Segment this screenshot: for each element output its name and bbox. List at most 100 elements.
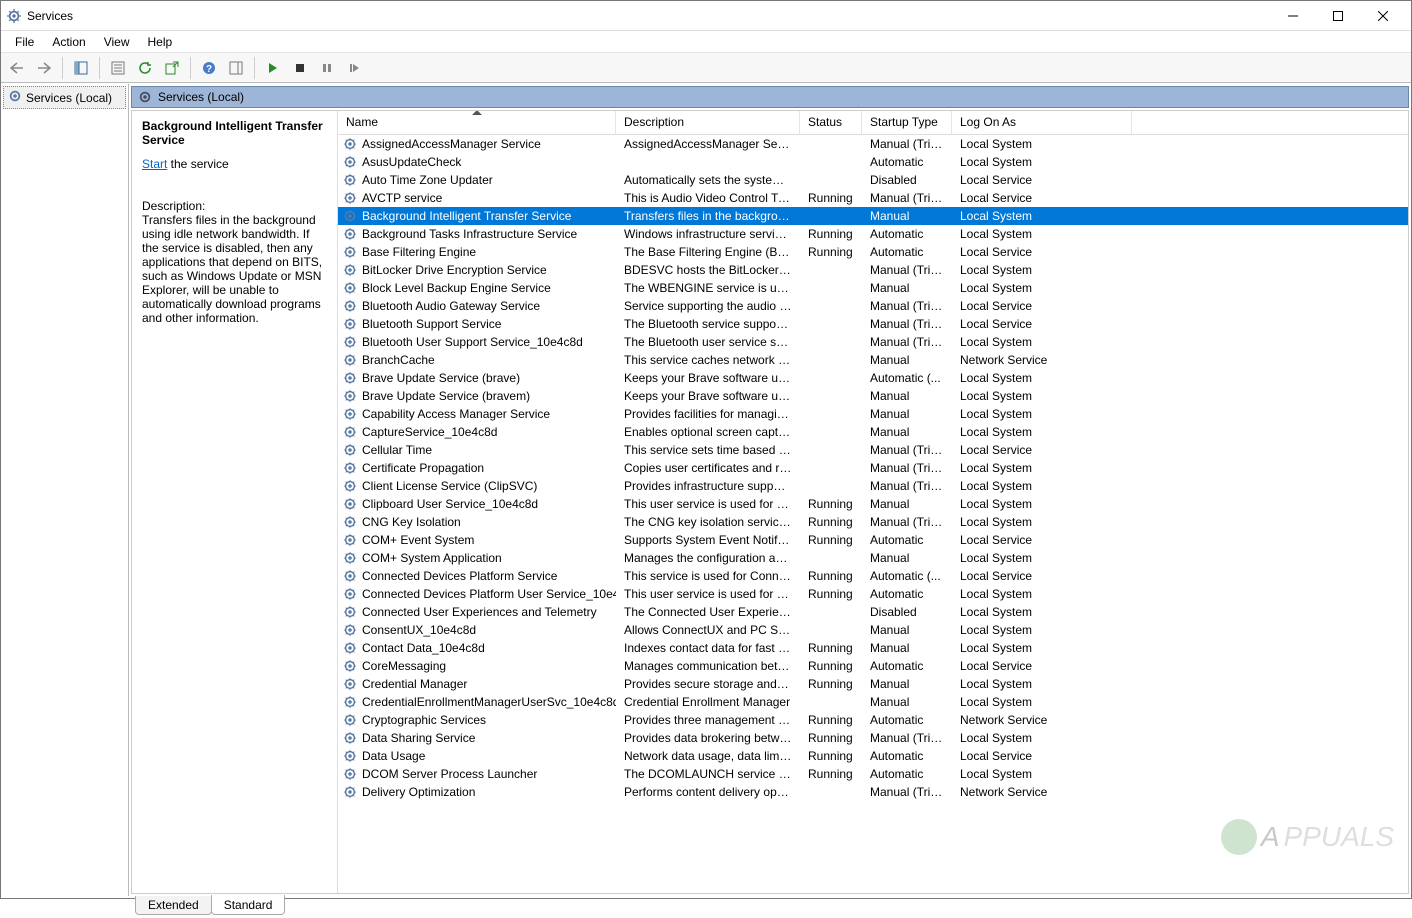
service-row[interactable]: Client License Service (ClipSVC)Provides… — [338, 477, 1408, 495]
show-hide-tree-button[interactable] — [69, 56, 93, 80]
col-header-logon[interactable]: Log On As — [952, 111, 1132, 134]
service-row[interactable]: AVCTP serviceThis is Audio Video Control… — [338, 189, 1408, 207]
restart-service-button[interactable] — [342, 56, 366, 80]
service-startup: Manual — [862, 280, 952, 296]
tree-services-local[interactable]: Services (Local) — [3, 86, 126, 109]
service-row[interactable]: Bluetooth Audio Gateway ServiceService s… — [338, 297, 1408, 315]
menu-help[interactable]: Help — [140, 33, 181, 51]
menu-action[interactable]: Action — [44, 33, 93, 51]
service-startup: Manual — [862, 550, 952, 566]
col-header-name[interactable]: Name — [338, 111, 616, 134]
service-description: This user service is used for Con... — [616, 586, 800, 602]
action-pane-button[interactable] — [224, 56, 248, 80]
service-logon: Local System — [952, 262, 1132, 278]
col-header-startup[interactable]: Startup Type — [862, 111, 952, 134]
export-list-button[interactable] — [160, 56, 184, 80]
service-row[interactable]: DCOM Server Process LauncherThe DCOMLAUN… — [338, 765, 1408, 783]
pause-service-button[interactable] — [315, 56, 339, 80]
service-row[interactable]: CredentialEnrollmentManagerUserSvc_10e4c… — [338, 693, 1408, 711]
menu-file[interactable]: File — [7, 33, 42, 51]
menu-view[interactable]: View — [96, 33, 138, 51]
service-row[interactable]: Background Intelligent Transfer ServiceT… — [338, 207, 1408, 225]
service-row[interactable]: Contact Data_10e4c8dIndexes contact data… — [338, 639, 1408, 657]
service-row[interactable]: AssignedAccessManager ServiceAssignedAcc… — [338, 135, 1408, 153]
service-description: Keeps your Brave software up to ... — [616, 370, 800, 386]
titlebar: Services — [1, 1, 1411, 31]
service-logon: Local System — [952, 766, 1132, 782]
service-row[interactable]: Capability Access Manager ServiceProvide… — [338, 405, 1408, 423]
service-row[interactable]: Delivery OptimizationPerforms content de… — [338, 783, 1408, 801]
service-row[interactable]: Block Level Backup Engine ServiceThe WBE… — [338, 279, 1408, 297]
service-row[interactable]: Base Filtering EngineThe Base Filtering … — [338, 243, 1408, 261]
service-row[interactable]: Credential ManagerProvides secure storag… — [338, 675, 1408, 693]
service-row[interactable]: CNG Key IsolationThe CNG key isolation s… — [338, 513, 1408, 531]
service-startup: Manual (Trig... — [862, 334, 952, 350]
properties-button[interactable] — [106, 56, 130, 80]
start-service-button[interactable] — [261, 56, 285, 80]
service-row[interactable]: BranchCacheThis service caches network c… — [338, 351, 1408, 369]
service-row[interactable]: Clipboard User Service_10e4c8dThis user … — [338, 495, 1408, 513]
service-startup: Manual (Trig... — [862, 136, 952, 152]
tab-standard[interactable]: Standard — [211, 895, 286, 915]
help-button[interactable]: ? — [197, 56, 221, 80]
service-description: This service caches network cont... — [616, 352, 800, 368]
toolbar: ? — [1, 53, 1411, 83]
gear-icon — [342, 352, 358, 368]
service-status — [800, 449, 862, 451]
refresh-button[interactable] — [133, 56, 157, 80]
col-header-description[interactable]: Description — [616, 111, 800, 134]
maximize-button[interactable] — [1315, 2, 1360, 30]
service-row[interactable]: Cryptographic ServicesProvides three man… — [338, 711, 1408, 729]
service-description: This service sets time based on ... — [616, 442, 800, 458]
service-logon: Local System — [952, 604, 1132, 620]
service-description: Credential Enrollment Manager — [616, 694, 800, 710]
service-row[interactable]: Bluetooth Support ServiceThe Bluetooth s… — [338, 315, 1408, 333]
pane-header: Services (Local) — [131, 86, 1409, 108]
service-description: Provides infrastructure support f... — [616, 478, 800, 494]
service-name: Bluetooth User Support Service_10e4c8d — [362, 335, 583, 349]
col-header-status[interactable]: Status — [800, 111, 862, 134]
service-row[interactable]: Data UsageNetwork data usage, data limit… — [338, 747, 1408, 765]
service-logon: Local System — [952, 460, 1132, 476]
service-status: Running — [800, 190, 862, 206]
service-row[interactable]: CoreMessagingManages communication betwe… — [338, 657, 1408, 675]
service-row[interactable]: Connected Devices Platform ServiceThis s… — [338, 567, 1408, 585]
service-startup: Automatic — [862, 154, 952, 170]
close-button[interactable] — [1360, 2, 1405, 30]
service-name: Connected Devices Platform Service — [362, 569, 557, 583]
service-row[interactable]: COM+ System ApplicationManages the confi… — [338, 549, 1408, 567]
start-service-link[interactable]: Start — [142, 157, 167, 171]
gear-icon — [342, 622, 358, 638]
service-startup: Manual (Trig... — [862, 730, 952, 746]
services-list[interactable]: AssignedAccessManager ServiceAssignedAcc… — [338, 135, 1408, 893]
forward-button[interactable] — [32, 56, 56, 80]
service-name: ConsentUX_10e4c8d — [362, 623, 476, 637]
service-row[interactable]: CaptureService_10e4c8dEnables optional s… — [338, 423, 1408, 441]
service-row[interactable]: Cellular TimeThis service sets time base… — [338, 441, 1408, 459]
stop-service-button[interactable] — [288, 56, 312, 80]
service-row[interactable]: Brave Update Service (brave)Keeps your B… — [338, 369, 1408, 387]
service-row[interactable]: Bluetooth User Support Service_10e4c8dTh… — [338, 333, 1408, 351]
service-row[interactable]: COM+ Event SystemSupports System Event N… — [338, 531, 1408, 549]
window-title: Services — [27, 9, 73, 23]
service-description: Automatically sets the system ti... — [616, 172, 800, 188]
service-status — [800, 215, 862, 217]
minimize-button[interactable] — [1270, 2, 1315, 30]
service-row[interactable]: Connected User Experiences and Telemetry… — [338, 603, 1408, 621]
service-row[interactable]: Brave Update Service (bravem)Keeps your … — [338, 387, 1408, 405]
service-row[interactable]: Certificate PropagationCopies user certi… — [338, 459, 1408, 477]
service-startup: Manual (Trig... — [862, 514, 952, 530]
service-logon: Local System — [952, 694, 1132, 710]
back-button[interactable] — [5, 56, 29, 80]
service-row[interactable]: AsusUpdateCheckAutomaticLocal System — [338, 153, 1408, 171]
service-row[interactable]: Background Tasks Infrastructure ServiceW… — [338, 225, 1408, 243]
service-row[interactable]: Connected Devices Platform User Service_… — [338, 585, 1408, 603]
view-tabs: Extended Standard — [131, 896, 1409, 918]
service-name: Delivery Optimization — [362, 785, 475, 799]
gear-icon — [342, 712, 358, 728]
service-row[interactable]: BitLocker Drive Encryption ServiceBDESVC… — [338, 261, 1408, 279]
service-row[interactable]: ConsentUX_10e4c8dAllows ConnectUX and PC… — [338, 621, 1408, 639]
service-description — [616, 161, 800, 163]
service-row[interactable]: Auto Time Zone UpdaterAutomatically sets… — [338, 171, 1408, 189]
service-row[interactable]: Data Sharing ServiceProvides data broker… — [338, 729, 1408, 747]
